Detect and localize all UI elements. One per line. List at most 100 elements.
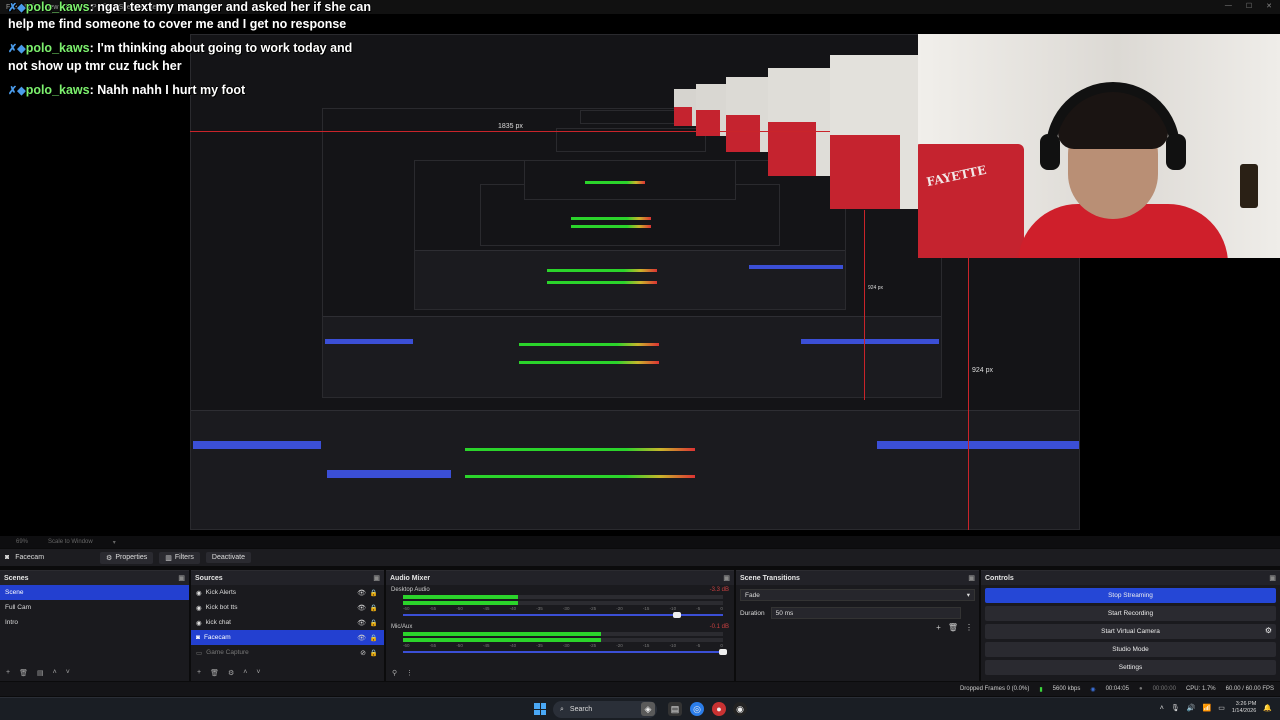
app-red-icon[interactable]: ●: [712, 702, 726, 716]
mirror-webcam-3: [726, 77, 768, 152]
scenes-title: Scenes: [4, 574, 29, 582]
meter-tick-label: -5: [696, 643, 701, 648]
sources-header: Sources ▣: [191, 571, 384, 585]
source-item[interactable]: ◉ Kick bot tts 👁 🔒: [191, 600, 384, 615]
sword-icon: ✗: [8, 85, 18, 97]
speaker-icon[interactable]: 🔊: [1187, 704, 1196, 712]
dock-menu-icon[interactable]: ▣: [723, 574, 730, 582]
more-icon[interactable]: ⋮: [406, 669, 413, 677]
controls-panel: Controls ▣ Stop Streaming Start Recording…: [981, 570, 1280, 681]
filter-icon[interactable]: ▤: [37, 669, 44, 677]
transition-select[interactable]: Fade ▾: [740, 589, 975, 601]
filters-button[interactable]: ▥ Filters: [159, 551, 200, 564]
volume-slider[interactable]: [403, 612, 723, 618]
zoom-mode[interactable]: Scale to Window: [48, 539, 93, 545]
chevron-up-icon[interactable]: ˄: [1160, 705, 1164, 712]
scene-item[interactable]: Intro: [0, 615, 189, 630]
source-item[interactable]: ◉ kick chat 👁 🔒: [191, 615, 384, 630]
eye-icon[interactable]: 👁: [357, 589, 366, 597]
lock-icon[interactable]: 🔒: [370, 604, 378, 612]
app-icon[interactable]: ◈: [641, 702, 655, 716]
chat-username: polo_kaws: [25, 0, 90, 14]
eye-icon[interactable]: 👁: [357, 634, 366, 642]
meter-tick-label: -10: [669, 643, 677, 648]
gear-icon[interactable]: ⚙: [1265, 626, 1272, 635]
clock[interactable]: 3:26 PM 1/14/2026: [1232, 701, 1256, 715]
chrome-icon[interactable]: ◎: [690, 702, 704, 716]
studio-mode-button[interactable]: Studio Mode: [985, 642, 1276, 657]
arrow-up-icon[interactable]: ˄: [243, 669, 247, 677]
lock-icon[interactable]: 🔒: [370, 649, 378, 657]
eye-hidden-icon[interactable]: ⊘: [360, 649, 366, 657]
obs-preview[interactable]: File Edit View Docks Profile Scene Colle…: [0, 0, 1280, 536]
add-icon[interactable]: +: [936, 623, 941, 632]
meter-tick-label: -15: [642, 643, 650, 648]
arrow-down-icon[interactable]: ˅: [256, 669, 260, 677]
source-label: Kick Alerts: [205, 589, 237, 596]
px-label-height-1: 924 px: [972, 367, 994, 374]
meter-ticks: -60 -55 -50 -45 -40 -35 -30 -25 -20 -15 -10 -5 0: [403, 643, 723, 648]
start-virtual-camera-button[interactable]: Start Virtual Camera ⚙: [985, 624, 1276, 639]
record-icon: ●: [1138, 686, 1143, 692]
lock-icon[interactable]: 🔒: [370, 634, 378, 642]
link-icon[interactable]: ⚲: [392, 669, 397, 677]
lock-icon[interactable]: 🔒: [370, 619, 378, 627]
trash-icon[interactable]: 🗑: [210, 669, 219, 677]
windows-start-icon[interactable]: [534, 703, 546, 715]
arrow-down-icon[interactable]: ˅: [66, 669, 70, 677]
duration-input[interactable]: 50 ms: [770, 607, 961, 619]
arrow-up-icon[interactable]: ˄: [53, 669, 57, 677]
bitrate: 5600 kbps: [1052, 686, 1081, 692]
properties-label: Properties: [115, 554, 148, 561]
notification-icon[interactable]: 🔔: [1263, 704, 1272, 712]
source-item[interactable]: ◙ Facecam 👁 🔒: [191, 630, 384, 645]
dock-menu-icon[interactable]: ▣: [178, 574, 185, 582]
deactivate-button[interactable]: Deactivate: [205, 552, 251, 563]
add-icon[interactable]: +: [197, 669, 201, 677]
scene-item[interactable]: Full Cam: [0, 600, 189, 615]
source-item[interactable]: ◉ Kick Alerts 👁 🔒: [191, 585, 384, 600]
more-icon[interactable]: ⋮: [965, 623, 973, 632]
trash-icon[interactable]: 🗑: [19, 669, 28, 677]
meter-tick-label: -20: [616, 606, 623, 611]
browser-icon: ◉: [196, 589, 202, 597]
stream-icon: ◉: [1090, 686, 1096, 693]
sword-icon: ✗: [8, 2, 18, 14]
properties-button[interactable]: ⚙ Properties: [100, 551, 154, 564]
zoom-percent[interactable]: 69%: [16, 539, 28, 545]
clock-date: 1/14/2026: [1231, 708, 1257, 714]
dock-menu-icon[interactable]: ▣: [373, 574, 380, 582]
trash-icon[interactable]: 🗑: [948, 623, 958, 632]
scene-transitions-panel: Scene Transitions ▣ Fade ▾ Duration 50 ms +…: [736, 570, 979, 681]
sword-icon: ✗: [8, 43, 18, 55]
volume-slider[interactable]: [403, 649, 727, 655]
slider-knob[interactable]: [719, 649, 727, 655]
source-label: Kick bot tts: [205, 604, 238, 611]
eye-icon[interactable]: 👁: [357, 619, 366, 627]
source-item[interactable]: ▭ Game Capture ⊘ 🔒: [191, 645, 384, 660]
meter-tick-label: -45: [482, 643, 490, 648]
start-recording-button[interactable]: Start Recording: [985, 606, 1276, 621]
dock-menu-icon[interactable]: ▣: [1269, 574, 1276, 582]
wifi-icon[interactable]: 📶: [1202, 704, 1211, 712]
settings-button[interactable]: Settings: [985, 660, 1276, 675]
sources-panel: Sources ▣ ◉ Kick Alerts 👁 🔒 ◉ Kick bot tts 👁 🔒 …: [191, 570, 384, 681]
chevron-down-icon[interactable]: ▾: [113, 539, 116, 546]
add-icon[interactable]: +: [6, 669, 10, 677]
gear-icon[interactable]: ⚙: [228, 669, 234, 677]
obs-icon[interactable]: ◉: [733, 702, 747, 716]
window-controls: — ☐ ✕: [1225, 2, 1272, 10]
network-icon: ▮: [1039, 686, 1043, 693]
mic-icon[interactable]: 🎙: [1171, 704, 1180, 712]
file-explorer-icon[interactable]: ▤: [668, 702, 682, 716]
mirror-webcam-5: [674, 89, 696, 126]
volume-meter: [403, 595, 723, 599]
stop-streaming-button[interactable]: Stop Streaming: [985, 588, 1276, 603]
meter-tick-label: -60: [403, 606, 410, 611]
battery-icon[interactable]: ▭: [1218, 704, 1225, 712]
dock-menu-icon[interactable]: ▣: [968, 574, 975, 582]
lock-icon[interactable]: 🔒: [370, 589, 378, 597]
eye-icon[interactable]: 👁: [357, 604, 366, 612]
slider-knob[interactable]: [673, 612, 681, 618]
scene-item[interactable]: Scene: [0, 585, 189, 600]
